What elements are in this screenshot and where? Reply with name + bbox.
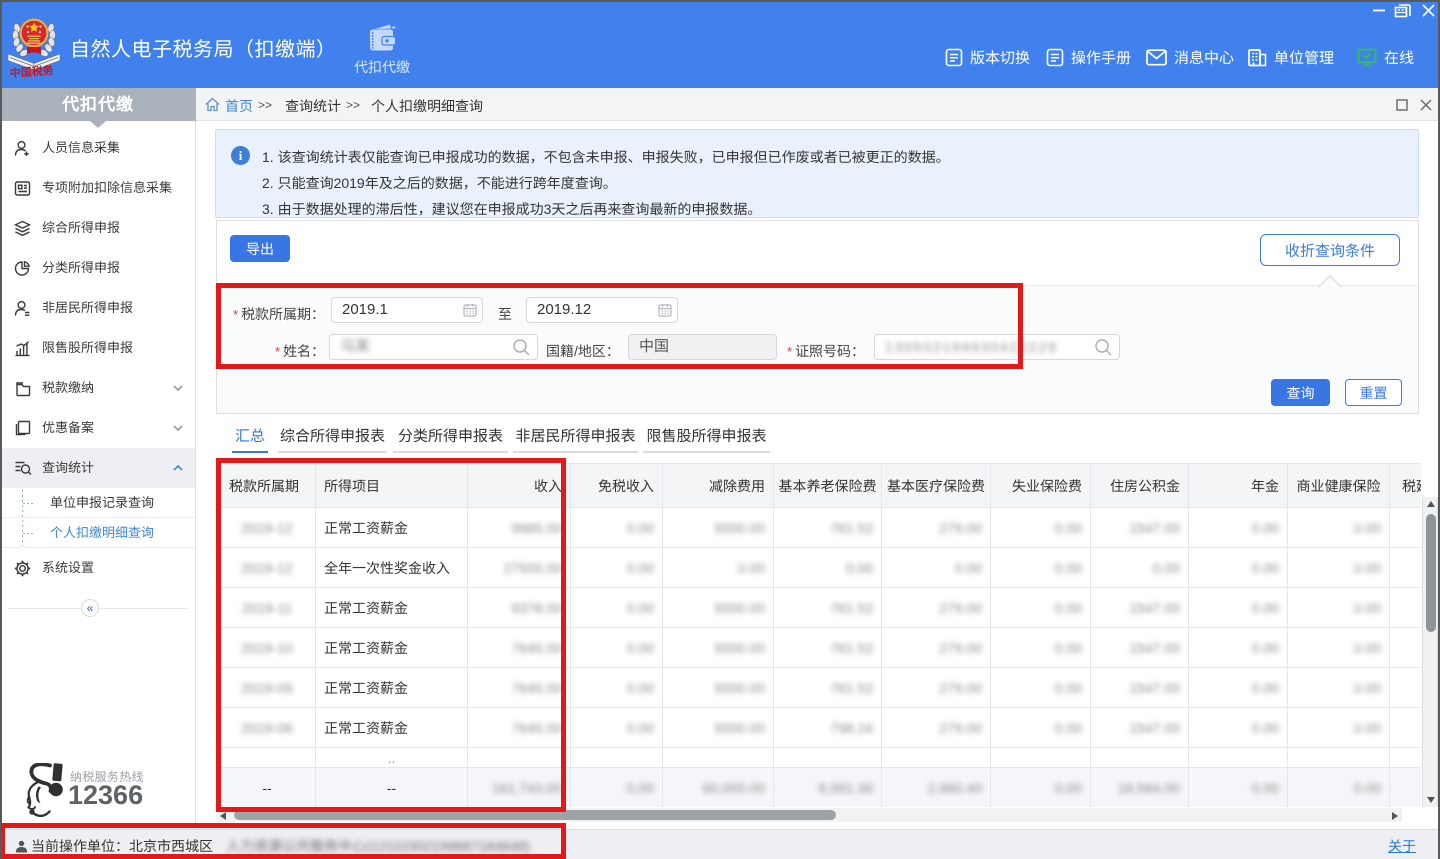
svg-text:中国税务: 中国税务 [9, 62, 55, 81]
